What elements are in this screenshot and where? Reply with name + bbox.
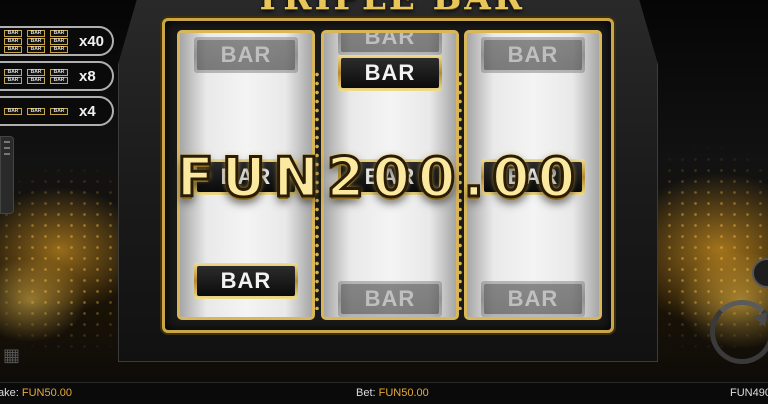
mini-bar-icon: BAR bbox=[4, 37, 22, 45]
mini-bar-icon: BAR bbox=[27, 37, 45, 45]
mini-bar-icon: BAR bbox=[4, 29, 22, 37]
tab-line bbox=[4, 147, 10, 149]
reel-symbol: BAR bbox=[194, 263, 298, 299]
mini-bar-icon: BAR bbox=[50, 37, 68, 45]
paytable-multiplier: x4 bbox=[79, 102, 96, 120]
mini-bar-icon: BAR bbox=[50, 45, 68, 53]
mini-bar-stack: BAR BAR bbox=[50, 68, 68, 84]
paytable-row-double-bar: BAR BAR BAR BAR BAR BAR x8 bbox=[0, 61, 114, 91]
bet-display[interactable]: Bet: FUN50.00 bbox=[356, 387, 429, 399]
reel-symbol: BAR bbox=[481, 37, 585, 73]
mini-bar-icon: BAR bbox=[50, 76, 68, 84]
tab-line bbox=[4, 153, 10, 155]
bet-label: Bet: bbox=[356, 387, 376, 399]
game-logo: TRIPLE BAR bbox=[210, 0, 570, 18]
reel-symbol: BAR bbox=[338, 33, 442, 55]
win-amount: FUN200.00 bbox=[175, 145, 584, 211]
balance-value: FUN4900 bbox=[730, 387, 768, 399]
mini-bar-stack: BAR BAR BAR bbox=[4, 29, 22, 53]
mini-bar-icon: BAR bbox=[50, 107, 68, 115]
paytable-multiplier: x40 bbox=[79, 32, 105, 50]
paytable-row-three-bar: BAR BAR BAR BAR BAR BAR BAR BAR BAR x40 bbox=[0, 26, 114, 56]
mini-bar-stack: BAR BAR bbox=[4, 68, 22, 84]
mini-bar-icon: BAR bbox=[4, 68, 22, 76]
mini-bar-icon: BAR bbox=[50, 29, 68, 37]
mini-bar-stack: BAR BAR BAR bbox=[27, 29, 45, 53]
reel-symbol: BAR bbox=[481, 281, 585, 317]
stake-label: ake: bbox=[0, 387, 19, 399]
reel-symbol: BAR bbox=[338, 55, 442, 91]
mini-bar-icon: BAR bbox=[27, 45, 45, 53]
side-panel-tab-icon[interactable] bbox=[0, 136, 14, 214]
mini-bar-icon: BAR bbox=[4, 45, 22, 53]
grid-menu-icon[interactable]: ▦ bbox=[3, 345, 25, 367]
mini-bar-icon: BAR bbox=[4, 107, 22, 115]
tab-line bbox=[4, 141, 10, 143]
mini-bar-stack: BAR bbox=[4, 107, 22, 115]
mini-bar-icon: BAR bbox=[27, 29, 45, 37]
mini-bar-icon: BAR bbox=[27, 68, 45, 76]
mini-bar-icon: BAR bbox=[27, 76, 45, 84]
reel-symbol: BAR bbox=[194, 37, 298, 73]
stake-value: FUN50.00 bbox=[21, 387, 72, 399]
bet-value: FUN50.00 bbox=[378, 387, 429, 399]
mini-bar-icon: BAR bbox=[4, 76, 22, 84]
mini-bar-icon: BAR bbox=[27, 107, 45, 115]
mini-bar-stack: BAR bbox=[27, 107, 45, 115]
paytable-row-single-bar: BAR BAR BAR x4 bbox=[0, 96, 114, 126]
status-bar: ake: FUN50.00 Bet: FUN50.00 FUN4900 bbox=[0, 382, 768, 404]
stake-display: ake: FUN50.00 bbox=[0, 387, 72, 399]
mini-bar-stack: BAR BAR bbox=[27, 68, 45, 84]
spin-refresh-icon[interactable] bbox=[710, 300, 768, 364]
mini-bar-stack: BAR bbox=[50, 107, 68, 115]
mini-bar-stack: BAR BAR BAR bbox=[50, 29, 68, 53]
mini-bar-icon: BAR bbox=[50, 68, 68, 76]
paytable-multiplier: x8 bbox=[79, 67, 96, 85]
reel-symbol: BAR bbox=[338, 281, 442, 317]
